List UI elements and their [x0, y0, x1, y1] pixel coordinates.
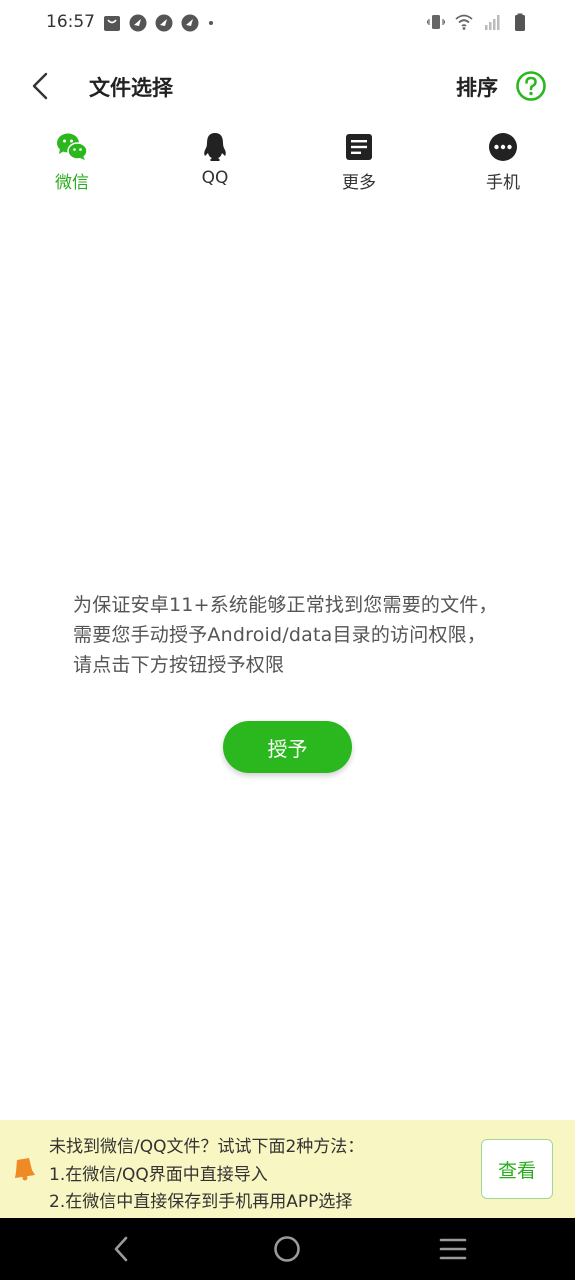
nav-back-button[interactable]: [104, 1234, 138, 1264]
sort-button[interactable]: 排序: [456, 72, 498, 102]
nav-menu-icon: [439, 1238, 467, 1260]
tab-label: 更多: [342, 173, 376, 193]
shopping-bag-icon: [104, 16, 120, 31]
tip-line-title: 未找到微信/QQ文件？试试下面2种方法：: [49, 1137, 365, 1157]
permission-message: 为保证安卓11+系统能够正常找到您需要的文件，需要您手动授予Android/da…: [73, 594, 498, 676]
battery-icon: [515, 13, 525, 31]
chevron-left-icon: [32, 72, 48, 100]
tab-more[interactable]: 更多: [304, 128, 414, 198]
navigation-bar: [0, 1218, 575, 1280]
bell-icon: [15, 1158, 35, 1181]
wifi-icon: [455, 14, 473, 30]
vibrate-icon: [427, 15, 445, 29]
source-tabs: 微信 QQ 更多 手机: [0, 128, 575, 198]
page-title: 文件选择: [89, 76, 173, 100]
nav-home-icon: [274, 1236, 300, 1262]
status-bar: 16:57: [0, 0, 575, 48]
tab-label: QQ: [201, 168, 229, 188]
back-button[interactable]: [22, 68, 58, 104]
status-system-icons: [427, 13, 529, 31]
nav-home-button[interactable]: [270, 1234, 304, 1264]
tab-label: 手机: [486, 173, 520, 193]
signal-icon: [485, 15, 500, 30]
dot-icon: [209, 21, 213, 25]
notification-icon: [181, 14, 199, 32]
tip-line-method-1: 1.在微信/QQ界面中直接导入: [49, 1165, 268, 1185]
tab-phone[interactable]: 手机: [448, 128, 558, 198]
tab-label: 微信: [55, 173, 89, 193]
view-button[interactable]: 查看: [481, 1139, 553, 1199]
tab-qq[interactable]: QQ: [160, 128, 270, 198]
title-bar: 文件选择 排序: [0, 58, 575, 116]
notification-icon: [129, 14, 147, 32]
help-icon[interactable]: [515, 70, 547, 102]
nav-recents-button[interactable]: [436, 1234, 470, 1264]
more-dots-icon: [486, 130, 520, 164]
status-time: 16:57: [46, 12, 95, 32]
document-icon: [342, 130, 376, 164]
grant-button[interactable]: 授予: [223, 721, 352, 773]
tip-line-method-2: 2.在微信中直接保存到手机再用APP选择: [49, 1192, 353, 1212]
status-notification-icons: [103, 14, 219, 32]
wechat-icon: [55, 130, 89, 164]
screen: 16:57 文件选择 排序 微信 QQ 更多 手机 为保证安卓11+系统能够正常…: [0, 0, 575, 1280]
tab-wechat[interactable]: 微信: [17, 128, 127, 198]
tip-banner: 未找到微信/QQ文件？试试下面2种方法： 1.在微信/QQ界面中直接导入 2.在…: [0, 1120, 575, 1218]
notification-icon: [155, 14, 173, 32]
qq-icon: [198, 130, 232, 164]
nav-back-icon: [114, 1236, 128, 1262]
